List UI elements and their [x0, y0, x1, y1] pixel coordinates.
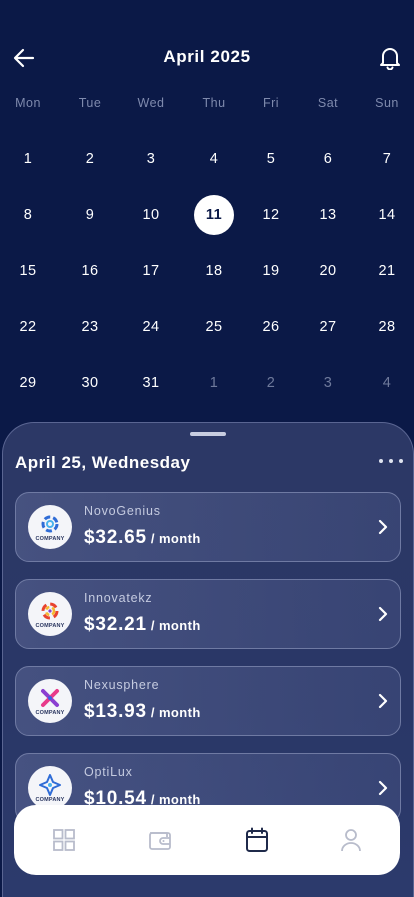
tab-calendar[interactable]: [243, 826, 271, 854]
calendar-day[interactable]: 2: [70, 139, 110, 179]
wallet-icon: [149, 832, 171, 850]
calendar-day[interactable]: 18: [194, 251, 234, 291]
calendar-day[interactable]: 6: [308, 139, 348, 179]
calendar-day[interactable]: 16: [70, 251, 110, 291]
calendar-day[interactable]: 22: [8, 307, 48, 347]
company-logo: COMPANY: [28, 592, 72, 636]
billing-period: / month: [150, 618, 201, 633]
profile-icon: [341, 829, 361, 852]
calendar-day[interactable]: 3: [131, 139, 171, 179]
calendar-day[interactable]: 27: [308, 307, 348, 347]
selected-date-heading: April 25, Wednesday: [15, 453, 191, 472]
optilux-logo-icon: [39, 773, 61, 796]
calendar-day[interactable]: 1: [8, 139, 48, 179]
price-row: $13.93/ month: [84, 701, 201, 723]
calendar-day-selected[interactable]: 11: [194, 195, 234, 235]
calendar-day[interactable]: 15: [8, 251, 48, 291]
calendar-day[interactable]: 21: [367, 251, 407, 291]
billing-period: / month: [150, 531, 201, 546]
company-logo: COMPANY: [28, 766, 72, 810]
company-logo: COMPANY: [28, 505, 72, 549]
calendar-day[interactable]: 25: [194, 307, 234, 347]
price-row: $32.65/ month: [84, 527, 201, 549]
price: $32.65: [84, 527, 147, 548]
calendar-day[interactable]: 5: [251, 139, 291, 179]
price: $32.21: [84, 614, 147, 635]
tab-profile[interactable]: [337, 826, 365, 854]
grid-icon: [53, 829, 75, 851]
chevron-right-icon: [378, 780, 388, 796]
calendar-day[interactable]: 26: [251, 307, 291, 347]
logo-caption: COMPANY: [35, 622, 65, 629]
nexusphere-logo-icon: [41, 688, 59, 707]
more-dot: [399, 459, 403, 463]
more-options-button[interactable]: [379, 453, 403, 469]
calendar-grid: 1 2 3 4 5 6 7 8 9 10 11 12 13 14 15 16 17 18 19 20 21 22 23 24 2…: [0, 0, 414, 420]
subscription-card[interactable]: COMPANY NovoGenius $32.65/ month: [15, 492, 401, 562]
calendar-day[interactable]: 24: [131, 307, 171, 347]
price: $13.93: [84, 701, 147, 722]
company-name: Innovatekz: [84, 591, 153, 605]
calendar-day[interactable]: 4: [367, 363, 407, 403]
chevron-right-icon: [378, 606, 388, 622]
calendar-day[interactable]: 12: [251, 195, 291, 235]
calendar-day[interactable]: 28: [367, 307, 407, 347]
calendar-day[interactable]: 8: [8, 195, 48, 235]
calendar-day[interactable]: 2: [251, 363, 291, 403]
more-dots-icon: [379, 459, 383, 463]
calendar-day[interactable]: 3: [308, 363, 348, 403]
calendar-day[interactable]: 7: [367, 139, 407, 179]
tab-wallet[interactable]: [146, 826, 174, 854]
novogenius-logo-icon: [41, 515, 59, 532]
calendar-day[interactable]: 23: [70, 307, 110, 347]
calendar-day[interactable]: 14: [367, 195, 407, 235]
calendar-day[interactable]: 20: [308, 251, 348, 291]
logo-caption: COMPANY: [35, 709, 65, 716]
calendar-day[interactable]: 29: [8, 363, 48, 403]
calendar-day[interactable]: 9: [70, 195, 110, 235]
bottom-tab-bar: [14, 805, 400, 875]
company-logo: COMPANY: [28, 679, 72, 723]
sheet-handle[interactable]: [190, 432, 226, 436]
calendar-day[interactable]: 4: [194, 139, 234, 179]
subscription-card[interactable]: COMPANY Innovatekz $32.21/ month: [15, 579, 401, 649]
logo-caption: COMPANY: [35, 796, 65, 803]
more-dot: [389, 459, 393, 463]
company-name: Nexusphere: [84, 678, 160, 692]
logo-caption: COMPANY: [35, 535, 65, 542]
calendar-day[interactable]: 13: [308, 195, 348, 235]
company-name: OptiLux: [84, 765, 133, 779]
chevron-right-icon: [378, 519, 388, 535]
chevron-right-icon: [378, 693, 388, 709]
innovatekz-logo-icon: [41, 602, 59, 619]
calendar-day[interactable]: 19: [251, 251, 291, 291]
calendar-day[interactable]: 10: [131, 195, 171, 235]
calendar-day[interactable]: 17: [131, 251, 171, 291]
calendar-day[interactable]: 1: [194, 363, 234, 403]
calendar-day[interactable]: 30: [70, 363, 110, 403]
price-row: $32.21/ month: [84, 614, 201, 636]
tab-dashboard[interactable]: [50, 826, 78, 854]
company-name: NovoGenius: [84, 504, 161, 518]
calendar-icon: [246, 827, 268, 852]
subscription-card[interactable]: COMPANY Nexusphere $13.93/ month: [15, 666, 401, 736]
calendar-day[interactable]: 31: [131, 363, 171, 403]
billing-period: / month: [150, 705, 201, 720]
